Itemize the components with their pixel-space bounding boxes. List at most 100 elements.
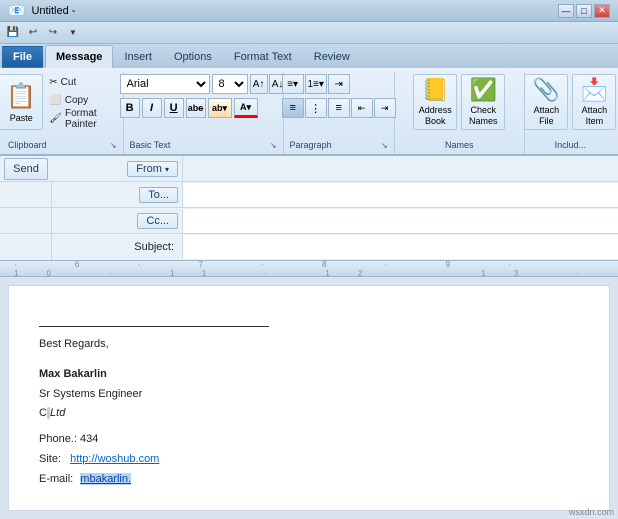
save-quick-button[interactable]: 💾 — [4, 24, 22, 42]
ribbon-tabs: File Message Insert Options Format Text … — [0, 44, 618, 68]
underline-button[interactable]: U — [164, 98, 184, 118]
font-family-select[interactable]: Arial — [120, 74, 210, 94]
names-label: Names — [445, 140, 474, 152]
cc-input[interactable] — [182, 209, 618, 233]
quick-access-dropdown[interactable]: ▼ — [64, 24, 82, 42]
watermark: wsxdn.com — [569, 507, 614, 517]
paste-icon: 📋 — [6, 82, 36, 111]
include-content: 📎 Attach File 📩 Attach Item — [524, 74, 616, 140]
align-center-button[interactable]: ⋮ — [305, 98, 327, 118]
undo-quick-button[interactable]: ↩ — [24, 24, 42, 42]
tab-insert[interactable]: Insert — [113, 46, 163, 68]
copy-button[interactable]: ⬜ Copy — [45, 92, 125, 109]
tab-message[interactable]: Message — [45, 45, 113, 68]
to-button[interactable]: To... — [139, 187, 178, 203]
paste-button[interactable]: 📋 Paste — [0, 74, 43, 130]
cut-button[interactable]: ✂ Cut — [45, 74, 125, 91]
formatting-row: B I U abc ab▾ A▾ — [120, 98, 287, 118]
bold-button[interactable]: B — [120, 98, 140, 118]
check-names-button[interactable]: ✅ Check Names — [461, 74, 505, 130]
email-highlight[interactable]: mbakarlin. — [80, 473, 131, 485]
from-dropdown-button[interactable]: From ▾ — [127, 161, 178, 177]
align-right-button[interactable]: ≡ — [328, 98, 350, 118]
signature-text: Best Regards, Max Bakarlin Sr Systems En… — [39, 335, 579, 490]
document-area: Best Regards, Max Bakarlin Sr Systems En… — [0, 277, 618, 519]
tab-file[interactable]: File — [2, 46, 43, 68]
align-row: ≡ ⋮ ≡ ⇤ ⇥ — [282, 98, 396, 118]
title-bar: 📧 Untitled - — □ ✕ — [0, 0, 618, 22]
tab-review[interactable]: Review — [303, 46, 361, 68]
align-left-button[interactable]: ≡ — [282, 98, 304, 118]
sig-title: Sr Systems Engineer — [39, 385, 579, 405]
include-label: Includ... — [555, 140, 587, 152]
list-row: ≡▾ 1≡▾ ⇥ — [282, 74, 396, 94]
window-controls: — □ ✕ — [558, 4, 610, 18]
send-area: Send — [0, 158, 52, 180]
maximize-button[interactable]: □ — [576, 4, 592, 18]
attach-item-icon: 📩 — [581, 77, 608, 103]
cc-button[interactable]: Cc... — [137, 213, 178, 229]
basic-text-expand[interactable]: ↘ — [270, 141, 277, 150]
ruler-marks: · 1 · 2 · 3 · 4 · 5 · 6 · 7 · 8 · 9 · 10… — [10, 261, 618, 277]
paragraph-label: Paragraph — [290, 140, 332, 152]
subject-label: Subject: — [52, 241, 182, 253]
indent-button[interactable]: ⇥ — [328, 74, 350, 94]
copy-icon: ⬜ — [49, 95, 61, 106]
document-body[interactable]: Best Regards, Max Bakarlin Sr Systems En… — [8, 285, 610, 511]
tab-options[interactable]: Options — [163, 46, 223, 68]
subject-input[interactable] — [182, 235, 618, 259]
strikethrough-button[interactable]: abc — [186, 98, 206, 118]
font-size-select[interactable]: 8 — [212, 74, 248, 94]
clipboard-content: 📋 Paste ✂ Cut ⬜ Copy 🖌 Format Painter — [0, 74, 125, 140]
sig-site: Site: http://woshub.com — [39, 450, 579, 470]
close-button[interactable]: ✕ — [594, 4, 610, 18]
clipboard-expand[interactable]: ↘ — [110, 141, 117, 150]
cc-label-group: Cc... — [52, 213, 182, 229]
quick-access-toolbar: 💾 ↩ ↪ ▼ — [0, 22, 618, 44]
bullet-list-button[interactable]: ≡▾ — [282, 74, 304, 94]
attach-item-button[interactable]: 📩 Attach Item — [572, 74, 616, 130]
clipboard-group: 📋 Paste ✂ Cut ⬜ Copy 🖌 Format Painter C — [2, 72, 124, 154]
numbered-list-button[interactable]: 1≡▾ — [305, 74, 327, 94]
italic-button[interactable]: I — [142, 98, 162, 118]
send-button[interactable]: Send — [4, 158, 48, 180]
cut-icon: ✂ — [49, 77, 57, 88]
clipboard-label: Clipboard — [8, 140, 47, 152]
from-label-group: From ▾ — [52, 161, 182, 177]
to-row: To... — [0, 182, 618, 208]
from-row: Send From ▾ — [0, 156, 618, 182]
paragraph-expand[interactable]: ↘ — [381, 141, 388, 150]
paragraph-group: ≡▾ 1≡▾ ⇥ ≡ ⋮ ≡ ⇤ ⇥ Paragraph ↘ — [284, 72, 395, 154]
sig-email: E-mail: mbakarlin. — [39, 470, 579, 490]
best-regards: Best Regards, — [39, 335, 579, 355]
address-book-button[interactable]: 📒 Address Book — [413, 74, 457, 130]
to-input[interactable] — [182, 183, 618, 207]
increase-indent-button[interactable]: ⇥ — [374, 98, 396, 118]
font-size-increase[interactable]: A↑ — [250, 74, 268, 94]
from-input[interactable] — [182, 157, 618, 181]
tab-format-text[interactable]: Format Text — [223, 46, 303, 68]
basic-text-group: Arial 8 A↑ A↓ B I U abc ab▾ A▾ Basic Tex — [124, 72, 284, 154]
redo-quick-button[interactable]: ↪ — [44, 24, 62, 42]
clipboard-small-buttons: ✂ Cut ⬜ Copy 🖌 Format Painter — [45, 74, 125, 127]
font-color-button[interactable]: A▾ — [234, 98, 258, 118]
attach-file-button[interactable]: 📎 Attach File — [524, 74, 568, 130]
sig-name: Max Bakarlin — [39, 365, 579, 385]
ruler-inner: · 1 · 2 · 3 · 4 · 5 · 6 · 7 · 8 · 9 · 10… — [0, 261, 618, 276]
address-book-icon: 📒 — [422, 77, 449, 103]
names-content: 📒 Address Book ✅ Check Names — [413, 74, 505, 140]
highlight-button[interactable]: ab▾ — [208, 98, 232, 118]
basic-text-label: Basic Text — [130, 140, 171, 152]
ribbon: 📋 Paste ✂ Cut ⬜ Copy 🖌 Format Painter C — [0, 68, 618, 156]
site-link[interactable]: http://woshub.com — [70, 453, 159, 465]
format-painter-button[interactable]: 🖌 Format Painter — [45, 110, 125, 127]
attach-item-label: Attach Item — [573, 105, 615, 127]
address-book-label: Address Book — [414, 105, 456, 127]
subject-row: Subject: — [0, 234, 618, 260]
names-group: 📒 Address Book ✅ Check Names Names — [395, 72, 525, 154]
font-row: Arial 8 A↑ A↓ — [120, 74, 287, 94]
minimize-button[interactable]: — — [558, 4, 574, 18]
decrease-indent-button[interactable]: ⇤ — [351, 98, 373, 118]
check-names-icon: ✅ — [470, 77, 497, 103]
sig-phone: Phone.: 434 — [39, 430, 579, 450]
